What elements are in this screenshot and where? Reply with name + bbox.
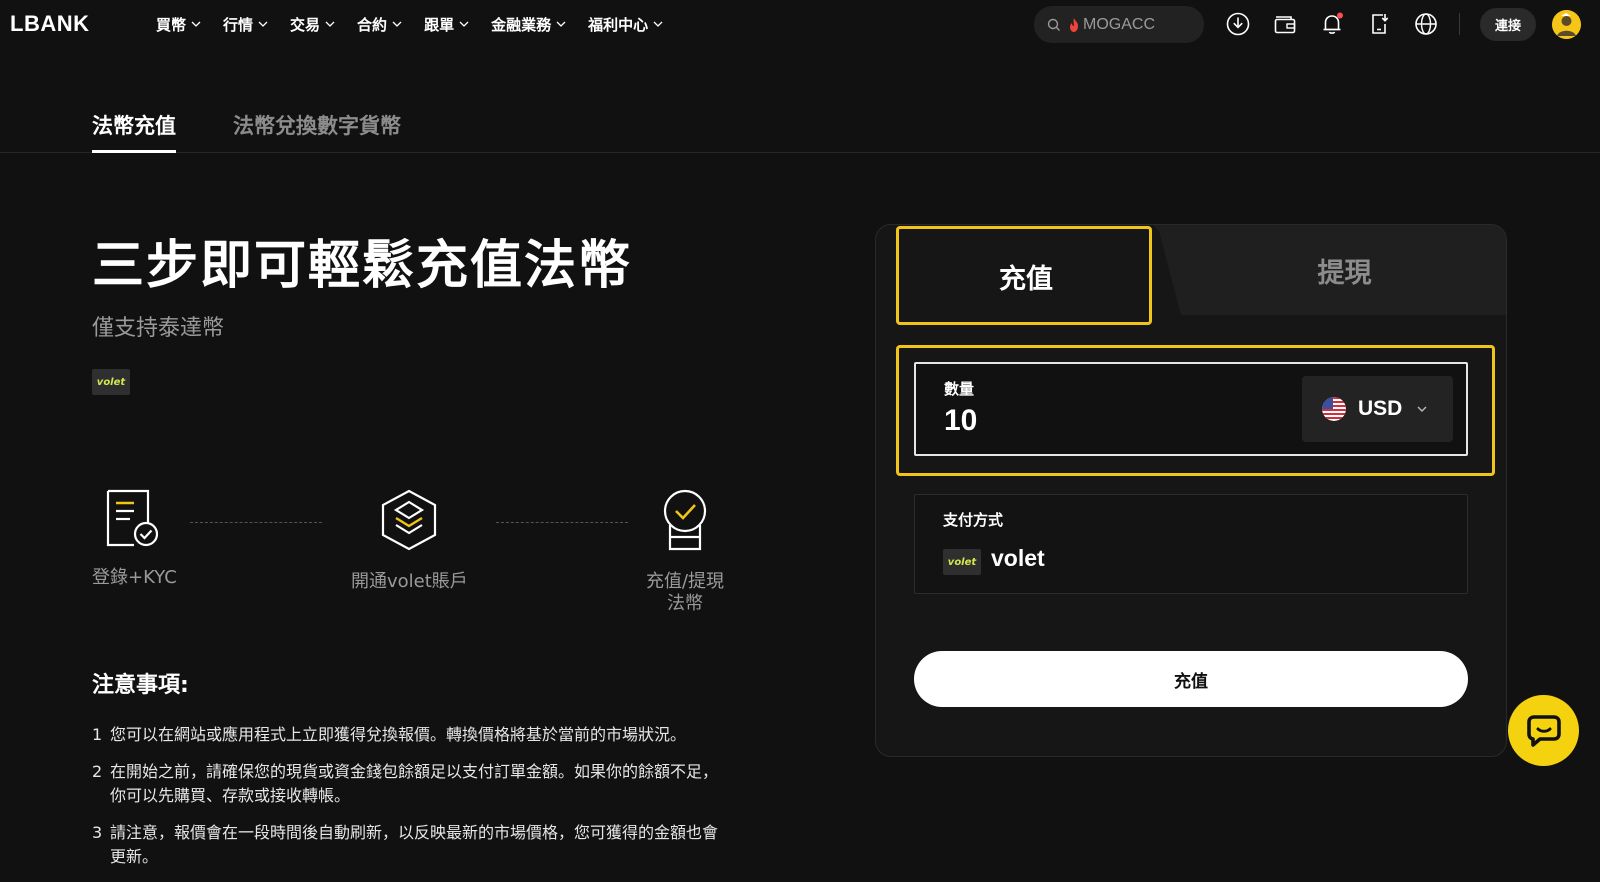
step-open-account: 開通volet賬戶 [351,489,468,593]
step-label: 充值/提現法幣 [645,571,725,614]
phone-download-icon[interactable] [1366,11,1392,37]
volet-logo: volet [943,549,981,575]
volet-logo: volet [92,369,130,395]
step-connector [190,522,322,523]
search-hint: MOGACC [1083,15,1155,33]
step-label: 開通volet賬戶 [351,571,468,592]
us-flag-icon [1322,397,1346,421]
layers-icon [382,489,437,551]
search-input[interactable]: MOGACC [1034,6,1204,43]
note-text: 請注意，報價會在一段時間後自動刷新，以反映最新的市場價格，您可獲得的金額也會更新… [110,823,719,866]
tab-fiat-deposit[interactable]: 法幣充值 [92,110,176,153]
page-subtitle: 僅支持泰達幣 [92,316,225,341]
nav-item-label: 交易 [290,15,321,34]
chevron-down-icon [556,21,566,27]
download-icon[interactable] [1225,11,1251,37]
user-avatar-icon [1552,10,1581,39]
note-text: 您可以在網站或應用程式上立即獲得兌換報價。轉換價格將基於當前的市場狀況。 [110,725,687,744]
note-number: 1 [92,725,103,744]
payment-label: 支付方式 [943,511,1004,529]
connect-button[interactable]: 連接 [1480,8,1536,41]
note-number: 2 [92,762,103,781]
top-navbar: LBANK 買幣 行情 交易 合約 跟單 金融業務 福利中心 MOGACC 連接 [0,0,1600,48]
chevron-down-icon [392,21,402,27]
currency-code: USD [1358,397,1403,420]
tab-fiat-to-crypto[interactable]: 法幣兌換數字貨幣 [233,110,401,140]
globe-icon[interactable] [1413,11,1439,37]
wallet-icon[interactable] [1272,11,1298,37]
chevron-down-icon [459,21,469,27]
nav-item-rewards[interactable]: 福利中心 [588,14,663,35]
chat-icon [1526,714,1561,747]
nav-item-label: 行情 [223,15,254,34]
amount-label: 數量 [944,380,975,398]
search-icon [1047,18,1060,31]
fire-icon [1070,17,1078,32]
amount-input[interactable]: 10 [944,404,977,438]
nav-divider [1459,13,1460,35]
avatar[interactable] [1552,10,1581,39]
badge-check-icon [663,489,707,551]
main-menu: 買幣 行情 交易 合約 跟單 金融業務 福利中心 [156,0,685,48]
chevron-down-icon [191,21,201,27]
nav-item-label: 福利中心 [588,15,649,34]
deposit-submit-button[interactable]: 充值 [914,651,1468,707]
subtab-bar: 法幣充值 法幣兌換數字貨幣 [0,106,1600,153]
nav-item-label: 金融業務 [491,15,552,34]
amount-field[interactable]: 數量 10 USD [914,362,1468,456]
step-connector [496,522,628,523]
chevron-down-icon [1417,406,1427,412]
nav-item-label: 買幣 [156,15,187,34]
nav-item-label: 合約 [357,15,388,34]
step-label: 登錄+KYC [92,567,177,588]
document-check-icon [106,489,158,547]
page-title: 三步即可輕鬆充值法幣 [92,236,633,296]
chevron-down-icon [653,21,663,27]
notes-title: 注意事項: [92,673,189,698]
list-item: 3 請注意，報價會在一段時間後自動刷新，以反映最新的市場價格，您可獲得的金額也會更… [92,821,732,869]
step-deposit-withdraw: 充值/提現法幣 [638,489,732,615]
payment-method-field[interactable]: 支付方式 volet volet [914,494,1468,594]
notes-list: 1 您可以在網站或應用程式上立即獲得兌換報價。轉換價格將基於當前的市場狀況。 2在… [92,723,732,882]
note-text: 在開始之前，請確保您的現貨或資金錢包餘額足以支付訂單金額。如果你的餘額不足，你可… [110,762,719,805]
nav-item-futures[interactable]: 合約 [357,14,402,35]
list-item: 2 在開始之前，請確保您的現貨或資金錢包餘額足以支付訂單金額。如果你的餘額不足，你… [92,760,732,808]
nav-item-markets[interactable]: 行情 [223,14,268,35]
chevron-down-icon [258,21,268,27]
nav-item-copy-trading[interactable]: 跟單 [424,14,469,35]
nav-item-finance[interactable]: 金融業務 [491,14,566,35]
nav-item-trade[interactable]: 交易 [290,14,335,35]
step-register-kyc: 登錄+KYC [92,489,177,589]
currency-select[interactable]: USD [1302,376,1453,442]
tab-deposit[interactable]: 充值 [898,227,1154,325]
list-item: 1 您可以在網站或應用程式上立即獲得兌換報價。轉換價格將基於當前的市場狀況。 [92,723,732,747]
support-chat-button[interactable] [1508,695,1579,766]
note-number: 3 [92,823,103,842]
lbank-logo[interactable]: LBANK [10,11,90,37]
bell-icon[interactable] [1319,11,1345,37]
payment-name: volet [991,545,1045,571]
nav-item-buy[interactable]: 買幣 [156,14,201,35]
chevron-down-icon [325,21,335,27]
tab-withdraw[interactable]: 提現 [1181,225,1506,315]
nav-item-label: 跟單 [424,15,455,34]
